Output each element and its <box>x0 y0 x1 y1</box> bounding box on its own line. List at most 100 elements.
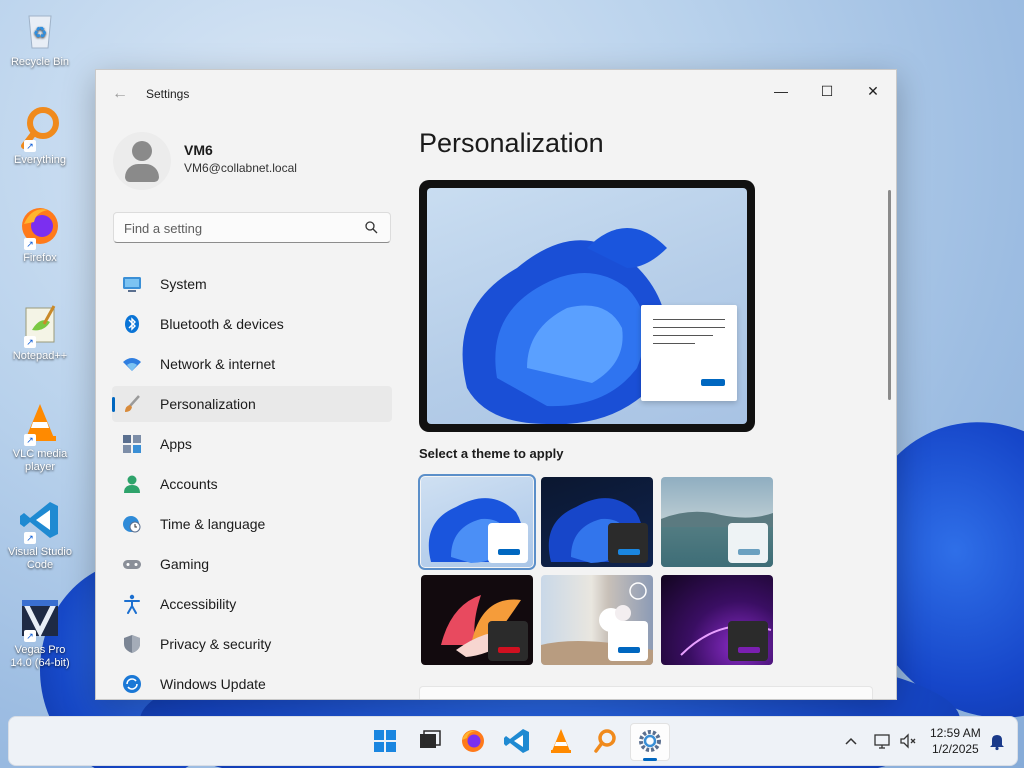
close-button[interactable]: ✕ <box>850 76 896 106</box>
preview-line <box>653 343 695 344</box>
theme-window-sample <box>488 523 528 563</box>
notepad-plus-plus-icon: ↗ <box>18 302 62 348</box>
desktop-icon-label: Recycle Bin <box>10 56 70 68</box>
sidebar-item-accounts[interactable]: Accounts <box>112 466 392 502</box>
taskbar-vlc[interactable] <box>542 723 580 759</box>
settings-card[interactable] <box>419 686 873 699</box>
system-icon <box>123 277 141 292</box>
bluetooth-icon <box>125 315 139 333</box>
taskbar-firefox[interactable] <box>454 723 492 759</box>
sidebar-item-label: Personalization <box>160 396 256 412</box>
title-bar[interactable]: ← Settings — ☐ ✕ <box>96 70 896 118</box>
desktop-icon-label: VLC media player <box>12 448 68 473</box>
search-icon[interactable] <box>364 220 378 234</box>
desktop-icon-recycle-bin[interactable]: ♻ Recycle Bin <box>4 8 76 69</box>
shortcut-arrow-icon: ↗ <box>24 238 36 250</box>
sidebar-item-system[interactable]: System <box>112 266 392 302</box>
update-icon <box>123 675 141 693</box>
back-button[interactable]: ← <box>110 84 130 104</box>
content-scrollbar[interactable] <box>888 190 891 400</box>
theme-windows-dark[interactable] <box>541 477 653 567</box>
theme-captured-motion[interactable] <box>421 575 533 665</box>
theme-window-sample <box>728 523 768 563</box>
vlc-icon <box>551 729 571 753</box>
gear-icon <box>639 730 661 752</box>
sidebar-item-label: Apps <box>160 436 192 452</box>
sidebar-item-accessibility[interactable]: Accessibility <box>112 586 392 622</box>
search-box[interactable] <box>113 212 391 243</box>
desktop-icon-label: Notepad++ <box>12 350 68 362</box>
everything-icon <box>594 729 616 753</box>
search-input[interactable] <box>122 217 356 239</box>
themes-section-label: Select a theme to apply <box>419 446 564 461</box>
sidebar-item-network[interactable]: Network & internet <box>112 346 392 382</box>
sidebar-item-gaming[interactable]: Gaming <box>112 546 392 582</box>
desktop-icon-label: Firefox <box>23 252 57 264</box>
taskbar-time[interactable]: 12:59 AM <box>930 726 981 740</box>
desktop-icon-notepad-plus-plus[interactable]: ↗ Notepad++ <box>4 302 76 363</box>
sidebar-item-label: System <box>160 276 207 292</box>
windows-logo-icon <box>374 730 396 752</box>
taskbar-vscode[interactable] <box>498 723 536 759</box>
user-name: VM6 <box>184 142 213 158</box>
accounts-icon <box>124 475 140 493</box>
recycle-bin-icon: ♻ <box>18 8 62 52</box>
theme-flow[interactable] <box>541 575 653 665</box>
taskbar-everything[interactable] <box>586 723 624 759</box>
theme-window-sample <box>728 621 768 661</box>
theme-accent-sample <box>618 647 640 653</box>
desktop-icon-vlc[interactable]: ↗ VLC media player <box>4 400 76 474</box>
network-icon[interactable] <box>872 731 892 751</box>
arrow-left-icon: ← <box>112 85 128 102</box>
globe-clock-icon <box>123 516 141 533</box>
avatar[interactable] <box>113 132 171 190</box>
chevron-up-icon[interactable] <box>841 731 861 751</box>
preview-window <box>641 305 737 401</box>
desktop-icon-vscode[interactable]: ↗ Visual Studio Code <box>4 498 76 572</box>
settings-window: ← Settings — ☐ ✕ VM6 VM6@collabnet.local… <box>95 69 897 700</box>
sidebar-item-apps[interactable]: Apps <box>112 426 392 462</box>
task-view-button[interactable] <box>410 723 448 759</box>
start-button[interactable] <box>366 723 404 759</box>
sidebar-item-personalization[interactable]: Personalization <box>112 386 392 422</box>
theme-accent-sample <box>738 549 760 555</box>
sidebar-nav: System Bluetooth & devices Network & int… <box>112 266 392 699</box>
avatar-head <box>132 141 152 161</box>
theme-glow[interactable] <box>661 477 773 567</box>
taskbar: 12:59 AM 1/2/2025 <box>8 716 1018 766</box>
theme-accent-sample <box>498 549 520 555</box>
minimize-button[interactable]: — <box>758 76 804 106</box>
accessibility-icon <box>124 594 140 614</box>
theme-window-sample <box>488 621 528 661</box>
theme-preview <box>419 180 755 432</box>
sidebar-item-bluetooth[interactable]: Bluetooth & devices <box>112 306 392 342</box>
theme-sunrise[interactable] <box>661 575 773 665</box>
vscode-icon <box>504 729 529 753</box>
desktop-icon-firefox[interactable]: ↗ Firefox <box>4 204 76 265</box>
gamepad-icon <box>123 560 141 569</box>
sidebar-item-label: Gaming <box>160 556 210 572</box>
apps-icon <box>123 435 141 453</box>
svg-text:♻: ♻ <box>33 25 47 42</box>
window-title: Settings <box>146 87 190 101</box>
firefox-icon: ↗ <box>18 204 62 250</box>
notification-bell-icon[interactable] <box>987 731 1007 751</box>
sidebar-item-privacy-security[interactable]: Privacy & security <box>112 626 392 662</box>
shortcut-arrow-icon: ↗ <box>24 336 36 348</box>
desktop-icon-vegas-pro[interactable]: ↗ Vegas Pro 14.0 (64-bit) <box>4 596 76 670</box>
theme-windows-light[interactable] <box>418 474 536 570</box>
taskbar-date[interactable]: 1/2/2025 <box>932 742 979 756</box>
taskbar-settings[interactable] <box>630 723 670 761</box>
task-view-icon <box>420 730 441 748</box>
brush-icon <box>125 395 140 412</box>
sidebar-item-windows-update[interactable]: Windows Update <box>112 666 392 699</box>
everything-icon: ↗ <box>18 106 62 152</box>
sidebar-item-label: Windows Update <box>160 676 266 692</box>
vlc-icon: ↗ <box>18 400 62 446</box>
desktop-icon-everything[interactable]: ↗ Everything <box>4 106 76 167</box>
volume-muted-icon[interactable] <box>898 731 918 751</box>
sidebar-item-time-language[interactable]: Time & language <box>112 506 392 542</box>
preview-line <box>653 319 725 320</box>
maximize-button[interactable]: ☐ <box>804 76 850 106</box>
sidebar-item-label: Accessibility <box>160 596 237 612</box>
